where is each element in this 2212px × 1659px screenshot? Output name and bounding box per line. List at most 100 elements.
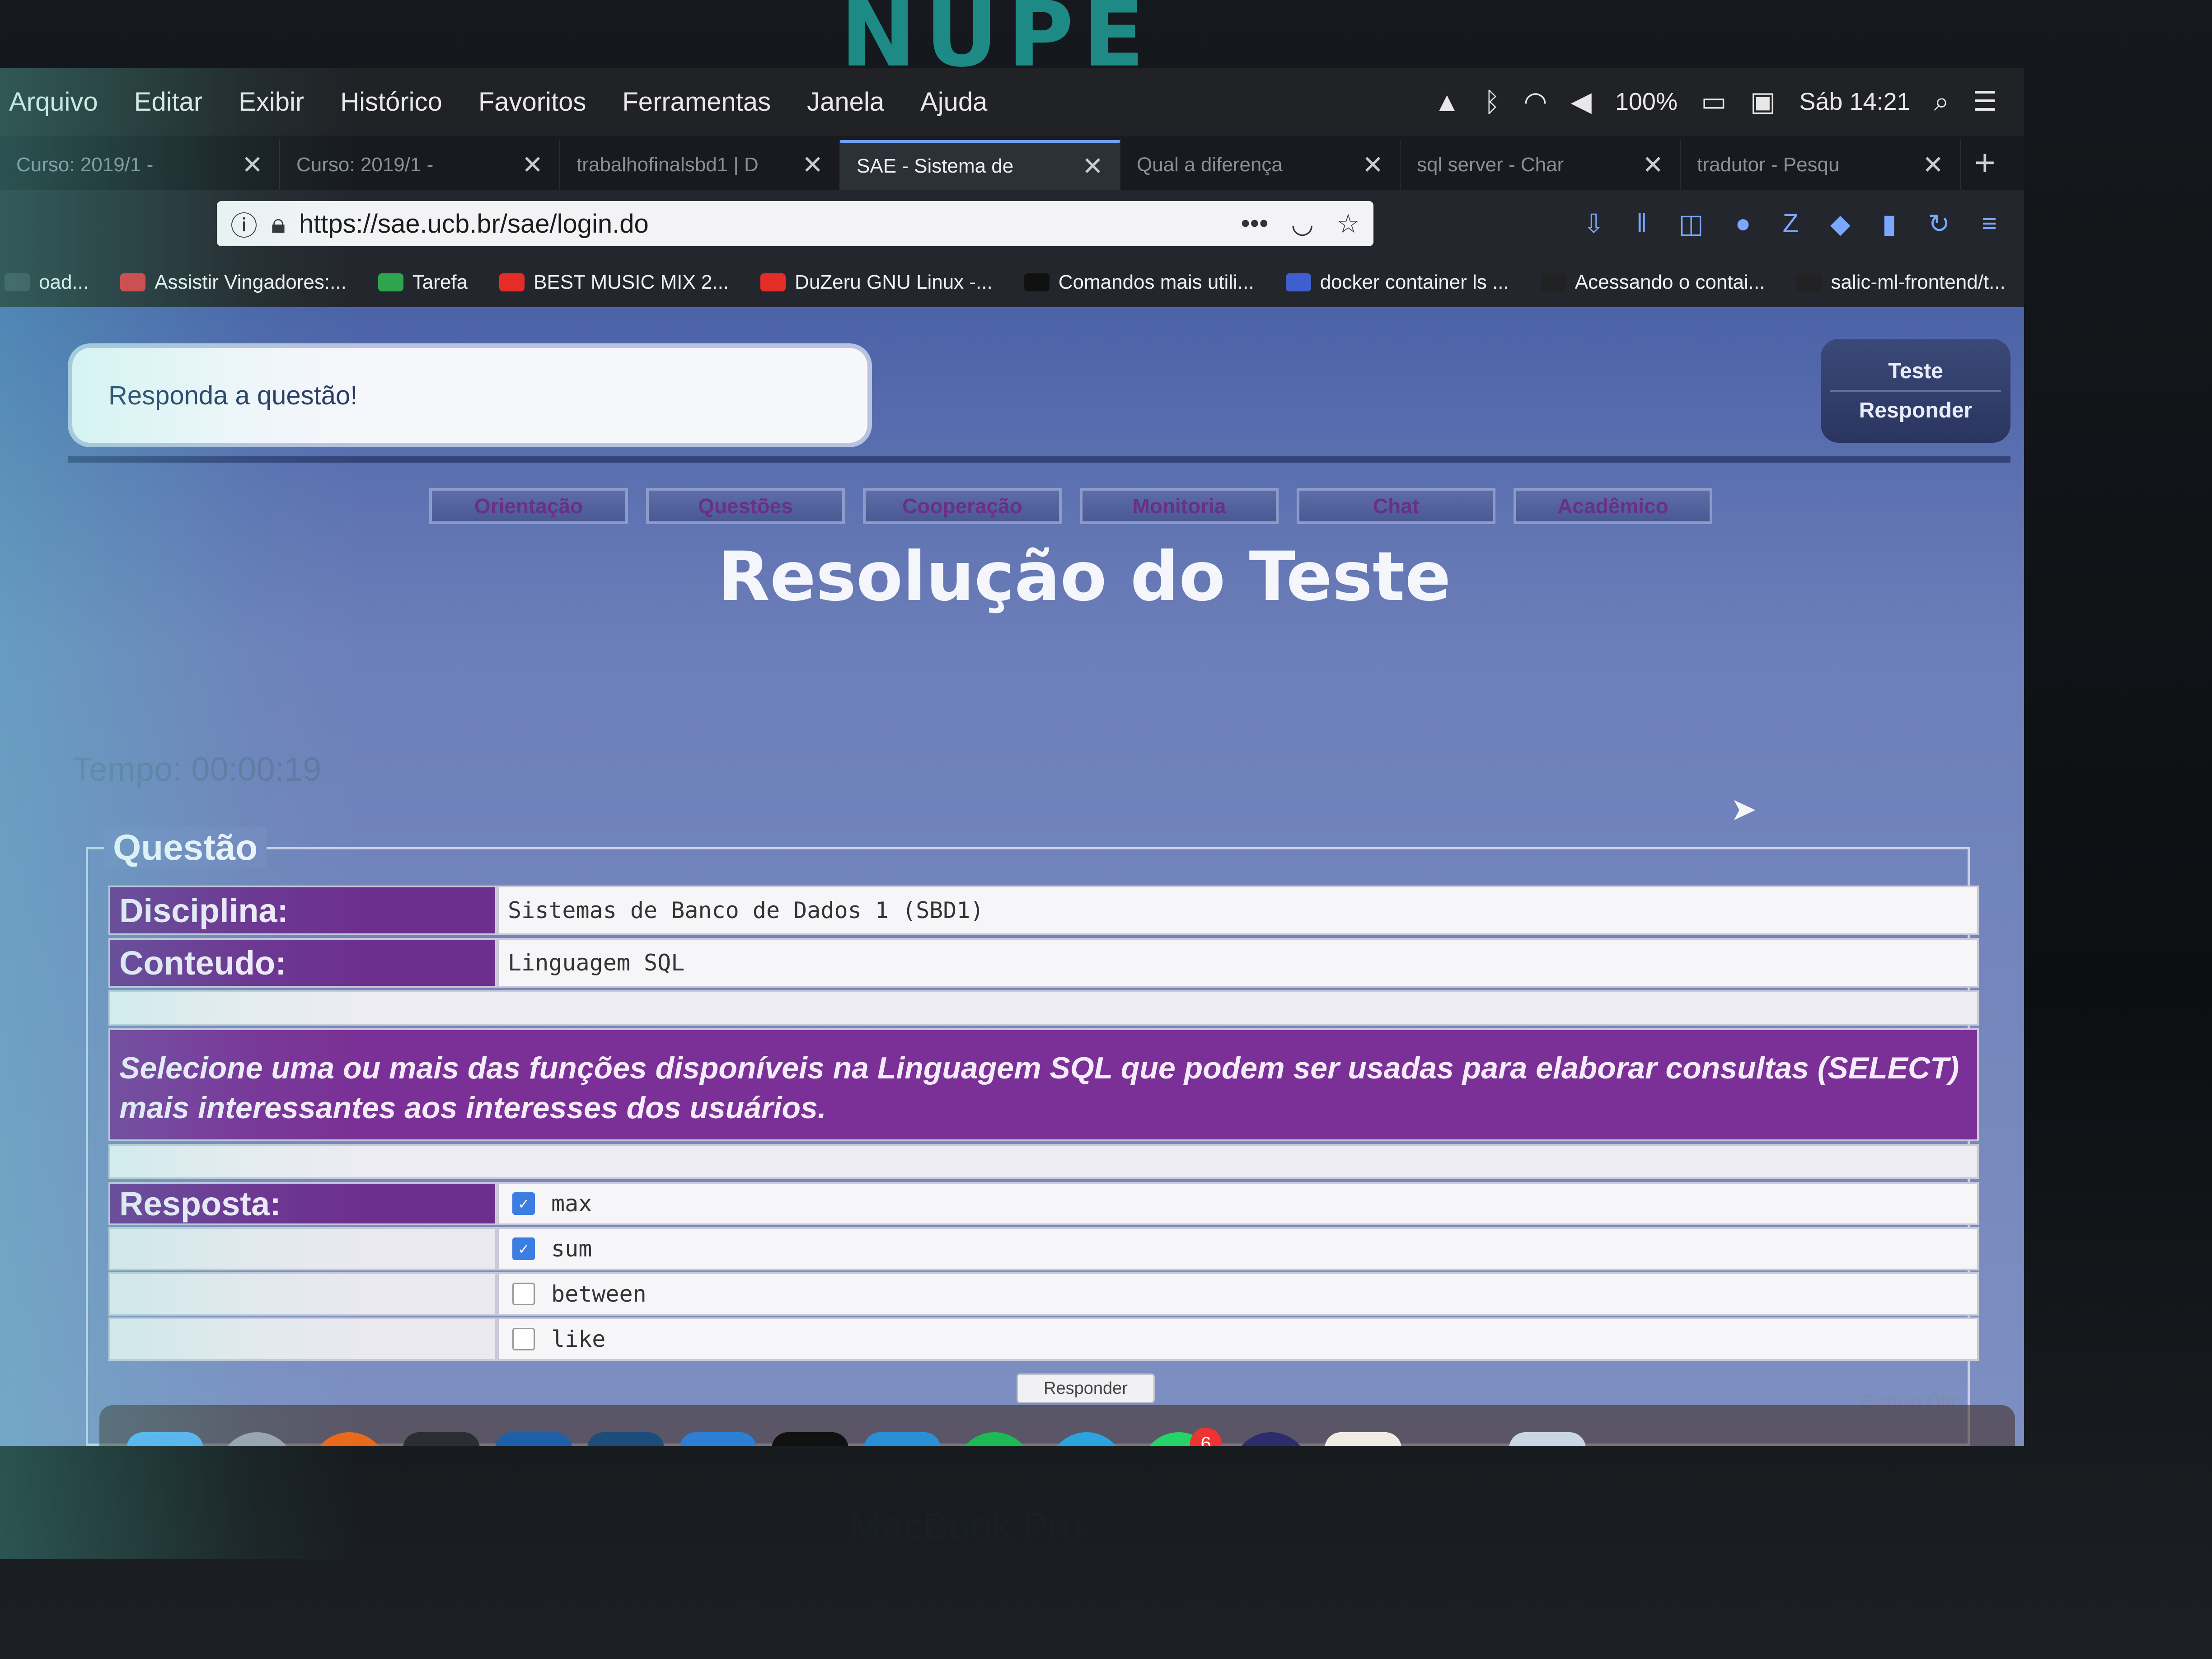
browser-tab[interactable]: sql server - Char ✕ xyxy=(1401,140,1681,190)
volume-icon[interactable]: ◀ xyxy=(1571,86,1592,117)
table-row: Disciplina: Sistemas de Banco de Dados 1… xyxy=(108,886,1979,935)
hamburger-menu-icon[interactable]: ≡ xyxy=(1982,208,1997,239)
info-icon[interactable]: ⓘ xyxy=(230,204,258,244)
tab-academico[interactable]: Acadêmico xyxy=(1514,488,1712,524)
vscode-icon[interactable]: ≺ xyxy=(495,1432,572,1446)
tab-questoes[interactable]: Questões xyxy=(646,488,845,524)
bookmark-icon xyxy=(1540,273,1566,291)
browser-tab[interactable]: Qual a diferença ✕ xyxy=(1120,140,1401,190)
library-icon[interactable]: ‖ xyxy=(1636,208,1647,239)
download-icon[interactable]: ⇩ xyxy=(1583,208,1605,239)
browser-tab[interactable]: Curso: 2019/1 - ✕ xyxy=(0,140,280,190)
url-text[interactable]: https://sae.ucb.br/sae/login.do xyxy=(299,209,1241,239)
checkbox-icon[interactable] xyxy=(512,1283,535,1305)
menu-editar[interactable]: Editar xyxy=(134,87,203,117)
java-icon[interactable]: ♨ xyxy=(1325,1432,1401,1446)
mysql-workbench-icon[interactable]: ♒ xyxy=(587,1432,664,1446)
vlc-status-icon[interactable]: ▲ xyxy=(1434,86,1460,117)
wifi-icon[interactable]: ◠ xyxy=(1523,86,1547,117)
battery-icon[interactable]: ▭ xyxy=(1701,86,1727,117)
bookmark-item[interactable]: Tarefa xyxy=(378,271,468,294)
close-icon[interactable]: ✕ xyxy=(1642,150,1664,180)
finder-icon[interactable]: ☺ xyxy=(127,1432,203,1446)
url-bar[interactable]: ⓘ 🔒︎ https://sae.ucb.br/sae/login.do •••… xyxy=(217,201,1373,246)
tab-chat[interactable]: Chat xyxy=(1297,488,1495,524)
tab-label: tradutor - Pesqu xyxy=(1697,154,1840,176)
new-tab-icon[interactable]: + xyxy=(1974,142,1996,183)
bookmark-item[interactable]: salic-ml-frontend/t... xyxy=(1796,271,2006,294)
whatsapp-icon[interactable]: ✆6 xyxy=(1140,1428,1222,1446)
menu-historico[interactable]: Histórico xyxy=(340,87,442,117)
checkbox-icon[interactable] xyxy=(512,1328,535,1350)
answer-option[interactable]: ✓ sum xyxy=(497,1227,1979,1270)
zotero-icon[interactable]: Z xyxy=(1783,208,1799,239)
close-icon[interactable]: ✕ xyxy=(802,150,823,180)
extension-icon[interactable]: ▮ xyxy=(1882,208,1897,239)
tab-cooperacao[interactable]: Cooperação xyxy=(863,488,1062,524)
browser-tab[interactable]: Curso: 2019/1 - ✕ xyxy=(280,140,560,190)
bookmark-item[interactable]: docker container ls ... xyxy=(1285,271,1509,294)
more-icon[interactable]: ••• xyxy=(1241,208,1268,239)
browser-tab[interactable]: trabalhofinalsbd1 | D ✕ xyxy=(560,140,840,190)
sidebar-icon[interactable]: ◫ xyxy=(1679,208,1704,239)
close-icon[interactable]: ✕ xyxy=(522,150,543,180)
preview-icon[interactable]: ▨ xyxy=(1509,1432,1586,1446)
eclipse-icon[interactable]: ☰ xyxy=(1233,1432,1309,1446)
display-icon[interactable]: ▣ xyxy=(1750,86,1776,117)
docker-icon[interactable]: ⛴ xyxy=(864,1432,941,1446)
answer-option[interactable]: between xyxy=(497,1272,1979,1316)
close-icon[interactable]: ✕ xyxy=(1922,150,1944,180)
terminal-icon[interactable]: >_ xyxy=(772,1432,848,1446)
answer-option[interactable]: ✓ max xyxy=(497,1182,1979,1225)
menu-ferramentas[interactable]: Ferramentas xyxy=(622,87,771,117)
sync-icon[interactable]: ↻ xyxy=(1928,208,1950,239)
tab-monitoria[interactable]: Monitoria xyxy=(1080,488,1279,524)
menu-arquivo[interactable]: Arquivo xyxy=(9,87,98,117)
bookmark-item[interactable]: Acessando o contai... xyxy=(1540,271,1765,294)
menu-ajuda[interactable]: Ajuda xyxy=(920,87,987,117)
star-icon[interactable]: ☆ xyxy=(1336,208,1360,239)
pocket-icon[interactable]: ◡ xyxy=(1291,208,1314,239)
tab-orientacao[interactable]: Orientação xyxy=(429,488,628,524)
close-icon[interactable]: ✕ xyxy=(1362,150,1383,180)
option-label: max xyxy=(551,1190,592,1217)
sublime-icon[interactable]: ◆ xyxy=(403,1432,480,1446)
telegram-icon[interactable]: ➤ xyxy=(1048,1432,1125,1446)
bookmark-item[interactable]: Assistir Vingadores:... xyxy=(120,271,347,294)
menu-favoritos[interactable]: Favoritos xyxy=(478,87,586,117)
xcode-icon[interactable]: ⚒ xyxy=(680,1432,756,1446)
answer-option[interactable]: like xyxy=(497,1317,1979,1361)
vlc-icon[interactable]: ▲ xyxy=(1417,1432,1494,1446)
browser-tab[interactable]: tradutor - Pesqu ✕ xyxy=(1681,140,1961,190)
bluetooth-icon[interactable]: ᛒ xyxy=(1484,86,1500,117)
spotify-icon[interactable]: ≋ xyxy=(956,1432,1033,1446)
bookmark-item[interactable]: DuZeru GNU Linux -... xyxy=(760,271,993,294)
checkbox-checked-icon[interactable]: ✓ xyxy=(512,1192,535,1215)
checkbox-checked-icon[interactable]: ✓ xyxy=(512,1237,535,1260)
responder-top-button[interactable]: Responder xyxy=(1830,390,2001,429)
translate-icon[interactable]: ◆ xyxy=(1830,208,1851,239)
notification-center-icon[interactable]: ☰ xyxy=(1973,86,1997,117)
bookmark-item[interactable]: oad... xyxy=(5,271,89,294)
conteudo-label: Conteudo: xyxy=(108,938,497,988)
responder-button[interactable]: Responder xyxy=(1017,1373,1155,1403)
tab-label: Qual a diferença xyxy=(1137,154,1283,176)
clock[interactable]: Sáb 14:21 xyxy=(1799,88,1910,116)
menu-janela[interactable]: Janela xyxy=(807,87,884,117)
tab-label: SAE - Sistema de xyxy=(857,155,1014,177)
close-icon[interactable]: ✕ xyxy=(1082,151,1103,181)
browser-tab-active[interactable]: SAE - Sistema de ✕ xyxy=(840,140,1120,190)
adblock-icon[interactable]: ● xyxy=(1735,208,1751,239)
bookmark-item[interactable]: BEST MUSIC MIX 2... xyxy=(499,271,729,294)
battery-percent[interactable]: 100% xyxy=(1615,88,1678,116)
option-label: sum xyxy=(551,1236,592,1262)
bookmark-item[interactable]: Comandos mais utili... xyxy=(1024,271,1254,294)
bookmarks-bar: oad... Assistir Vingadores:... Tarefa BE… xyxy=(0,258,2024,307)
trash-icon[interactable]: 🗑︎ xyxy=(1619,1432,1696,1446)
menu-exibir[interactable]: Exibir xyxy=(239,87,304,117)
launchpad-icon[interactable]: ➶ xyxy=(219,1432,295,1446)
search-icon[interactable]: ⌕ xyxy=(1934,86,1950,117)
close-icon[interactable]: ✕ xyxy=(242,150,263,180)
firefox-icon[interactable]: ◉ xyxy=(311,1432,388,1446)
teste-button[interactable]: Teste xyxy=(1830,352,2001,390)
